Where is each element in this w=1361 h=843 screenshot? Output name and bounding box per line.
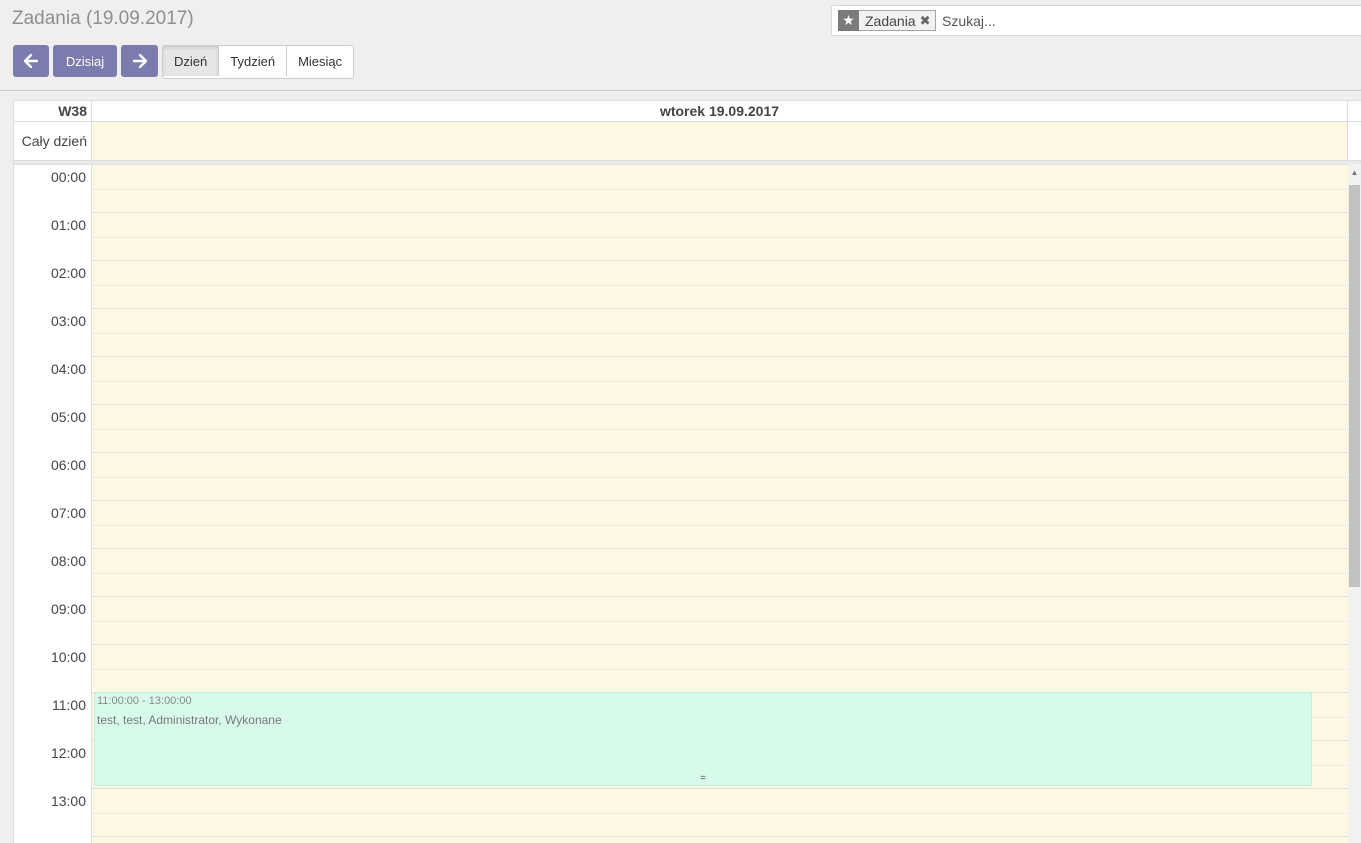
time-slot[interactable]: 06:00 (14, 453, 1348, 501)
time-label: 03:00 (14, 309, 92, 357)
next-button[interactable] (121, 45, 158, 77)
half-hour-line (14, 573, 1348, 574)
time-grid: 00:00 01:00 02:00 03:00 04:00 05:00 06:00 07:00… (14, 165, 1348, 843)
time-label: 14:00 (14, 837, 92, 843)
event-resize-handle[interactable]: = (95, 774, 1311, 784)
facet-label: Zadania (865, 12, 916, 29)
time-label: 11:00 (14, 693, 92, 741)
day-header[interactable]: wtorek 19.09.2017 (92, 101, 1348, 121)
search-facet: ★ Zadania ✖ (838, 9, 936, 31)
calendar-event[interactable]: 11:00:00 - 13:00:00 test, test, Administ… (94, 692, 1312, 786)
view-day-button[interactable]: Dzień (163, 46, 220, 76)
time-slot[interactable]: 05:00 (14, 405, 1348, 453)
time-slot[interactable]: 08:00 (14, 549, 1348, 597)
time-label: 12:00 (14, 741, 92, 789)
time-slot[interactable]: 01:00 (14, 213, 1348, 261)
search-input[interactable] (942, 10, 1342, 32)
time-label: 13:00 (14, 789, 92, 837)
event-title: test, test, Administrator, Wykonane (97, 713, 282, 727)
all-day-cell[interactable] (92, 122, 1348, 160)
scroll-thumb[interactable] (1349, 185, 1360, 587)
half-hour-line (14, 429, 1348, 430)
half-hour-line (14, 381, 1348, 382)
time-label: 10:00 (14, 645, 92, 693)
event-time: 11:00:00 - 13:00:00 (97, 695, 192, 707)
calendar-view: W38 wtorek 19.09.2017 Cały dzień 00:00 01… (13, 100, 1361, 843)
view-switcher: Dzień Tydzień Miesiąc (162, 45, 355, 79)
all-day-label: Cały dzień (14, 122, 92, 160)
time-slot[interactable]: 10:00 (14, 645, 1348, 693)
half-hour-line (14, 621, 1348, 622)
previous-button[interactable] (13, 45, 49, 77)
time-slot[interactable]: 03:00 (14, 309, 1348, 357)
week-number: W38 (14, 101, 92, 121)
time-label: 07:00 (14, 501, 92, 549)
time-label: 02:00 (14, 261, 92, 309)
today-button[interactable]: Dzisiaj (53, 45, 117, 77)
header-divider (0, 90, 1361, 91)
calendar-header: W38 wtorek 19.09.2017 (14, 101, 1361, 122)
star-icon: ★ (838, 9, 859, 31)
page-title: Zadania (19.09.2017) (12, 8, 194, 29)
time-slot[interactable]: 00:00 (14, 165, 1348, 213)
time-label: 08:00 (14, 549, 92, 597)
view-week-button[interactable]: Tydzień (219, 46, 288, 76)
half-hour-line (14, 669, 1348, 670)
time-label: 01:00 (14, 213, 92, 261)
time-slot[interactable]: 14:00 (14, 837, 1348, 843)
half-hour-line (14, 477, 1348, 478)
time-label: 00:00 (14, 165, 92, 213)
arrow-left-icon (24, 54, 38, 68)
scrollbar[interactable]: ▲ (1348, 164, 1361, 843)
half-hour-line (14, 237, 1348, 238)
scroll-up-icon[interactable]: ▲ (1348, 164, 1361, 181)
half-hour-line (14, 285, 1348, 286)
time-label: 06:00 (14, 453, 92, 501)
time-label: 05:00 (14, 405, 92, 453)
time-label: 09:00 (14, 597, 92, 645)
half-hour-line (14, 333, 1348, 334)
half-hour-line (14, 189, 1348, 190)
half-hour-line (14, 813, 1348, 814)
all-day-row: Cały dzień (14, 122, 1361, 161)
time-slot[interactable]: 09:00 (14, 597, 1348, 645)
time-slot[interactable]: 13:00 (14, 789, 1348, 837)
time-slot[interactable]: 02:00 (14, 261, 1348, 309)
search-bar[interactable]: ★ Zadania ✖ (831, 5, 1361, 36)
close-icon[interactable]: ✖ (920, 13, 935, 29)
view-month-button[interactable]: Miesiąc (287, 46, 354, 76)
time-slot[interactable]: 04:00 (14, 357, 1348, 405)
arrow-right-icon (132, 54, 147, 68)
half-hour-line (14, 525, 1348, 526)
time-slot[interactable]: 07:00 (14, 501, 1348, 549)
time-label: 04:00 (14, 357, 92, 405)
